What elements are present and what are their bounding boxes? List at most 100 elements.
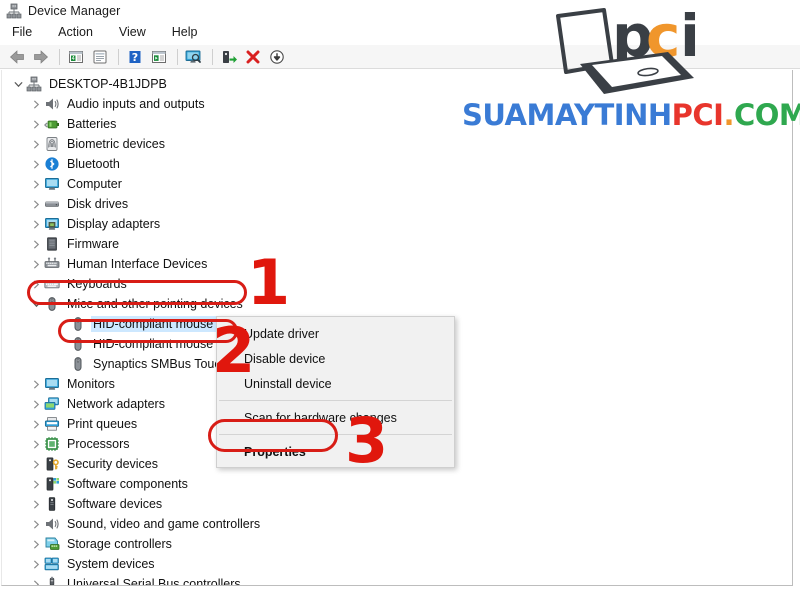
context-menu-item-uninstall-device[interactable]: Uninstall device	[217, 371, 454, 396]
scan-hardware-changes-icon[interactable]	[183, 46, 205, 68]
mouse-icon	[70, 316, 86, 332]
tree-item[interactable]: Batteries	[2, 114, 792, 134]
help-icon[interactable]: ?	[124, 46, 146, 68]
tree-item[interactable]: Software devices	[2, 494, 792, 514]
properties-icon[interactable]	[89, 46, 111, 68]
tree-item[interactable]: Display adapters	[2, 214, 792, 234]
chevron-down-icon[interactable]	[10, 76, 26, 92]
keyboard-icon	[44, 276, 60, 292]
software-device-icon	[44, 496, 60, 512]
tree-item-label: Print queues	[67, 417, 138, 431]
disk-drive-icon	[44, 196, 60, 212]
tree-item-label: Mice and other pointing devices	[67, 297, 243, 311]
tree-item-label: Biometric devices	[67, 137, 165, 151]
disable-device-icon[interactable]	[266, 46, 288, 68]
svg-text:?: ?	[132, 51, 138, 64]
window-title: Device Manager	[28, 3, 121, 18]
title-bar: Device Manager	[0, 0, 800, 21]
tree-item[interactable]: Bluetooth	[2, 154, 792, 174]
forward-arrow-icon[interactable]	[30, 46, 52, 68]
chevron-right-icon[interactable]	[28, 376, 44, 392]
tree-item-label: Audio inputs and outputs	[67, 97, 205, 111]
chevron-right-icon[interactable]	[28, 276, 44, 292]
processor-icon	[44, 436, 60, 452]
chevron-right-icon[interactable]	[28, 396, 44, 412]
chevron-right-icon[interactable]	[28, 116, 44, 132]
tree-item[interactable]: Audio inputs and outputs	[2, 94, 792, 114]
chevron-right-icon[interactable]	[28, 576, 44, 585]
tree-item-label: Storage controllers	[67, 537, 172, 551]
chevron-right-icon[interactable]	[28, 556, 44, 572]
system-device-icon	[44, 556, 60, 572]
menu-action[interactable]: Action	[56, 24, 95, 40]
chevron-right-icon[interactable]	[28, 436, 44, 452]
chevron-right-icon[interactable]	[28, 496, 44, 512]
chevron-right-icon[interactable]	[28, 136, 44, 152]
context-menu-item-scan-for-hardware-changes[interactable]: Scan for hardware changes	[217, 405, 454, 430]
context-menu[interactable]: Update driver Disable device Uninstall d…	[216, 316, 455, 468]
tree-item-label: HID-compliant mouse	[93, 337, 214, 351]
tree-item[interactable]: Sound, video and game controllers	[2, 514, 792, 534]
tree-item-label: Network adapters	[67, 397, 165, 411]
tree-item[interactable]: Disk drives	[2, 194, 792, 214]
chevron-right-icon[interactable]	[28, 176, 44, 192]
tree-item[interactable]: Computer	[2, 174, 792, 194]
back-arrow-icon[interactable]	[6, 46, 28, 68]
chevron-right-icon[interactable]	[28, 536, 44, 552]
chevron-right-icon[interactable]	[28, 476, 44, 492]
tree-item-label: Software devices	[67, 497, 163, 511]
tree-item-label: Keyboards	[67, 277, 127, 291]
security-device-icon	[44, 456, 60, 472]
update-driver-icon[interactable]	[148, 46, 170, 68]
chevron-right-icon[interactable]	[28, 196, 44, 212]
chevron-right-icon[interactable]	[28, 416, 44, 432]
bluetooth-icon	[44, 156, 60, 172]
chevron-right-icon[interactable]	[28, 256, 44, 272]
chevron-right-icon[interactable]	[28, 236, 44, 252]
tree-item-label: HID-compliant mouse	[91, 316, 217, 332]
menu-bar: File Action View Help	[0, 21, 800, 43]
enable-device-icon[interactable]	[218, 46, 240, 68]
monitor-icon	[44, 176, 60, 192]
menu-file[interactable]: File	[10, 24, 34, 40]
tree-item-label: Software components	[67, 477, 188, 491]
tree-item[interactable]: Storage controllers	[2, 534, 792, 554]
chevron-right-icon[interactable]	[28, 516, 44, 532]
context-menu-item-properties[interactable]: Properties	[217, 439, 454, 464]
tree-item-label: Human Interface Devices	[67, 257, 208, 271]
context-menu-item-update-driver[interactable]: Update driver	[217, 321, 454, 346]
chevron-right-icon[interactable]	[28, 96, 44, 112]
tree-item[interactable]: Keyboards	[2, 274, 792, 294]
tree-item[interactable]: DESKTOP-4B1JDPB	[2, 74, 792, 94]
chevron-right-icon[interactable]	[28, 216, 44, 232]
tree-item-label: Monitors	[67, 377, 115, 391]
uninstall-device-icon[interactable]	[242, 46, 264, 68]
tree-item-label: Display adapters	[67, 217, 161, 231]
context-menu-separator	[219, 400, 452, 401]
chevron-right-icon[interactable]	[28, 456, 44, 472]
hid-icon	[44, 256, 60, 272]
tree-item[interactable]: Software components	[2, 474, 792, 494]
tree-item-label: Sound, video and game controllers	[67, 517, 261, 531]
computer-root-icon	[26, 76, 42, 92]
chevron-right-icon[interactable]	[28, 156, 44, 172]
tree-item[interactable]: Universal Serial Bus controllers	[2, 574, 792, 585]
context-menu-item-disable-device[interactable]: Disable device	[217, 346, 454, 371]
tree-item[interactable]: Biometric devices	[2, 134, 792, 154]
tree-item[interactable]: Human Interface Devices	[2, 254, 792, 274]
printer-icon	[44, 416, 60, 432]
tree-item[interactable]: Mice and other pointing devices	[2, 294, 792, 314]
device-manager-window: Device Manager File Action View Help 4 ?…	[0, 0, 800, 600]
tree-item[interactable]: Firmware	[2, 234, 792, 254]
software-component-icon	[44, 476, 60, 492]
menu-help[interactable]: Help	[170, 24, 200, 40]
tree-item[interactable]: System devices	[2, 554, 792, 574]
menu-view[interactable]: View	[117, 24, 148, 40]
tree-item-label: Processors	[67, 437, 130, 451]
monitor-icon	[44, 376, 60, 392]
toolbar-separator	[177, 48, 178, 65]
show-hide-console-tree-icon[interactable]: 4	[65, 46, 87, 68]
chevron-down-icon[interactable]	[28, 296, 44, 312]
